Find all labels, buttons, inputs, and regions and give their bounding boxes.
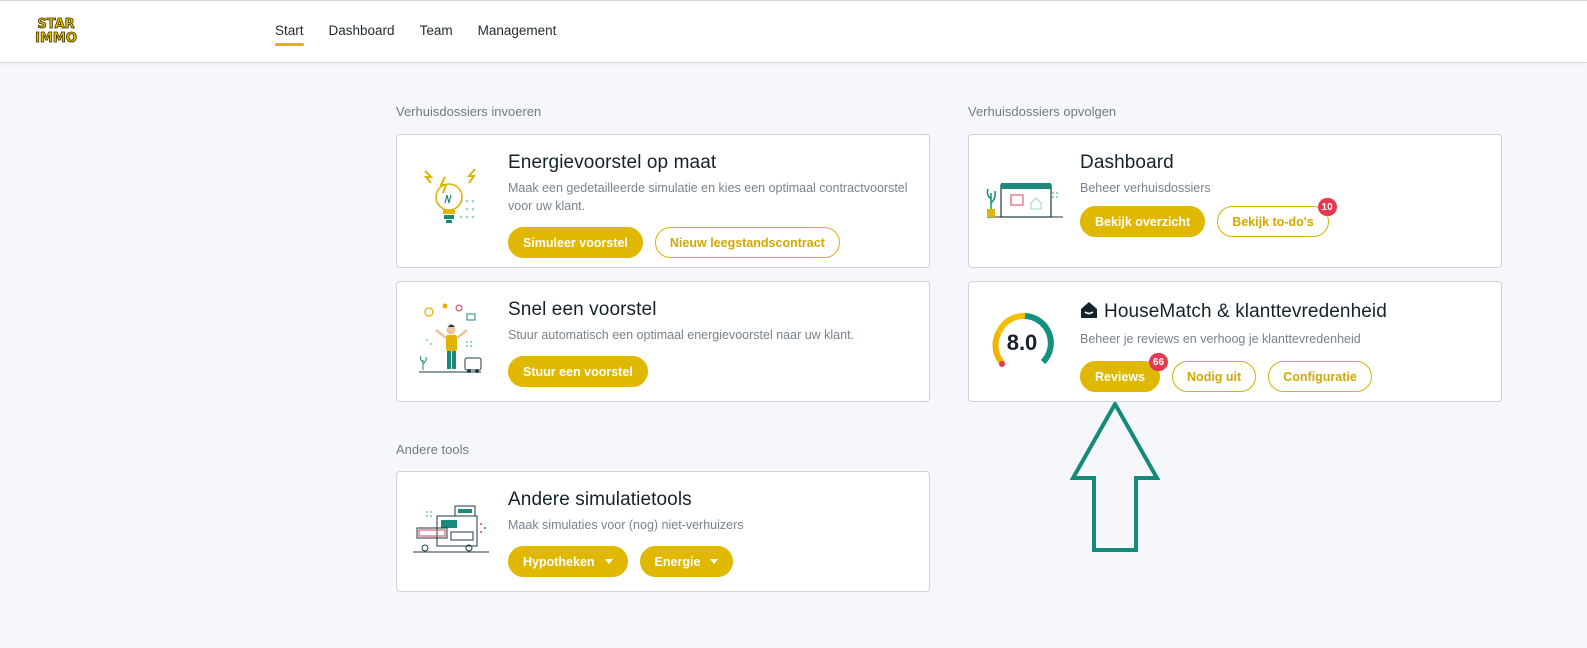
section-title-andere-tools: Andere tools [396,442,469,457]
svg-text:IMMO: IMMO [35,31,77,45]
nodig-uit-button[interactable]: Nodig uit [1172,361,1257,392]
lightbulb-illustration [415,159,487,239]
section-title-invoeren: Verhuisdossiers invoeren [396,104,542,119]
bekijk-todos-label: Bekijk to-do's [1232,214,1314,229]
main-nav: Start Dashboard Team Management [275,23,581,46]
card-description: Maak een gedetailleerde simulatie en kie… [508,181,908,213]
chevron-down-icon [604,559,613,564]
configuratie-button[interactable]: Configuratie [1268,361,1372,392]
housematch-house-icon [1080,301,1098,325]
card-title: Energievoorstel op maat [508,152,717,173]
energie-dropdown-button[interactable]: Energie [639,546,734,577]
nav-management[interactable]: Management [478,23,557,44]
bekijk-overzicht-button[interactable]: Bekijk overzicht [1080,206,1206,237]
hypotheken-dropdown-button[interactable]: Hypotheken [508,546,628,577]
star-immo-logo[interactable]: STAR IMMO [30,15,82,47]
up-arrow-annotation-icon [1069,399,1161,554]
card-energievoorstel: Energievoorstel op maat Maak een gedetai… [396,134,930,268]
card-snel-voorstel: Snel een voorstel Stuur automatisch een … [396,281,930,402]
nav-start[interactable]: Start [275,23,304,46]
card-title: Dashboard [1080,152,1174,173]
card-dashboard: Dashboard Beheer verhuisdossiers Bekijk … [968,134,1502,268]
nieuw-leegstandscontract-button[interactable]: Nieuw leegstandscontract [654,227,840,258]
satisfaction-score-gauge: 8.0 [989,310,1055,376]
nav-team[interactable]: Team [420,23,453,44]
reviews-button[interactable]: Reviews 66 [1080,353,1169,392]
machine-tools-illustration [411,502,491,582]
reviews-label: Reviews [1095,369,1146,384]
reviews-count-badge: 66 [1148,353,1169,371]
svg-text:STAR: STAR [37,17,74,32]
hypotheken-label: Hypotheken [523,554,595,569]
person-juggling-illustration [415,300,487,380]
card-description: Stuur automatisch een optimaal energievo… [508,328,855,342]
card-title: Snel een voorstel [508,299,657,320]
nav-dashboard[interactable]: Dashboard [329,23,395,44]
todo-count-badge: 10 [1317,198,1337,216]
card-description: Beheer verhuisdossiers [1080,181,1211,195]
card-description: Beheer je reviews en verhoog je klanttev… [1080,332,1361,346]
card-title: Andere simulatietools [508,489,692,510]
house-dashboard-illustration [983,165,1063,245]
satisfaction-score: 8.0 [1006,330,1038,355]
card-housematch: 8.0 HouseMatch & klanttevredenheid Behee… [968,281,1502,402]
card-description: Maak simulaties voor (nog) niet-verhuize… [508,518,744,532]
card-andere-simulatietools: Andere simulatietools Maak simulaties vo… [396,471,930,592]
bekijk-todos-button[interactable]: Bekijk to-do's 10 [1217,198,1337,237]
card-title: HouseMatch & klanttevredenheid [1080,301,1387,325]
top-navigation-bar: STAR IMMO Start Dashboard Team Managemen… [0,0,1587,63]
simuleer-voorstel-button[interactable]: Simuleer voorstel [508,227,643,258]
energie-label: Energie [654,554,701,569]
stuur-voorstel-button[interactable]: Stuur een voorstel [508,356,648,387]
chevron-down-icon [710,559,719,564]
housematch-title: HouseMatch & klanttevredenheid [1104,301,1387,322]
section-title-opvolgen: Verhuisdossiers opvolgen [968,104,1117,119]
